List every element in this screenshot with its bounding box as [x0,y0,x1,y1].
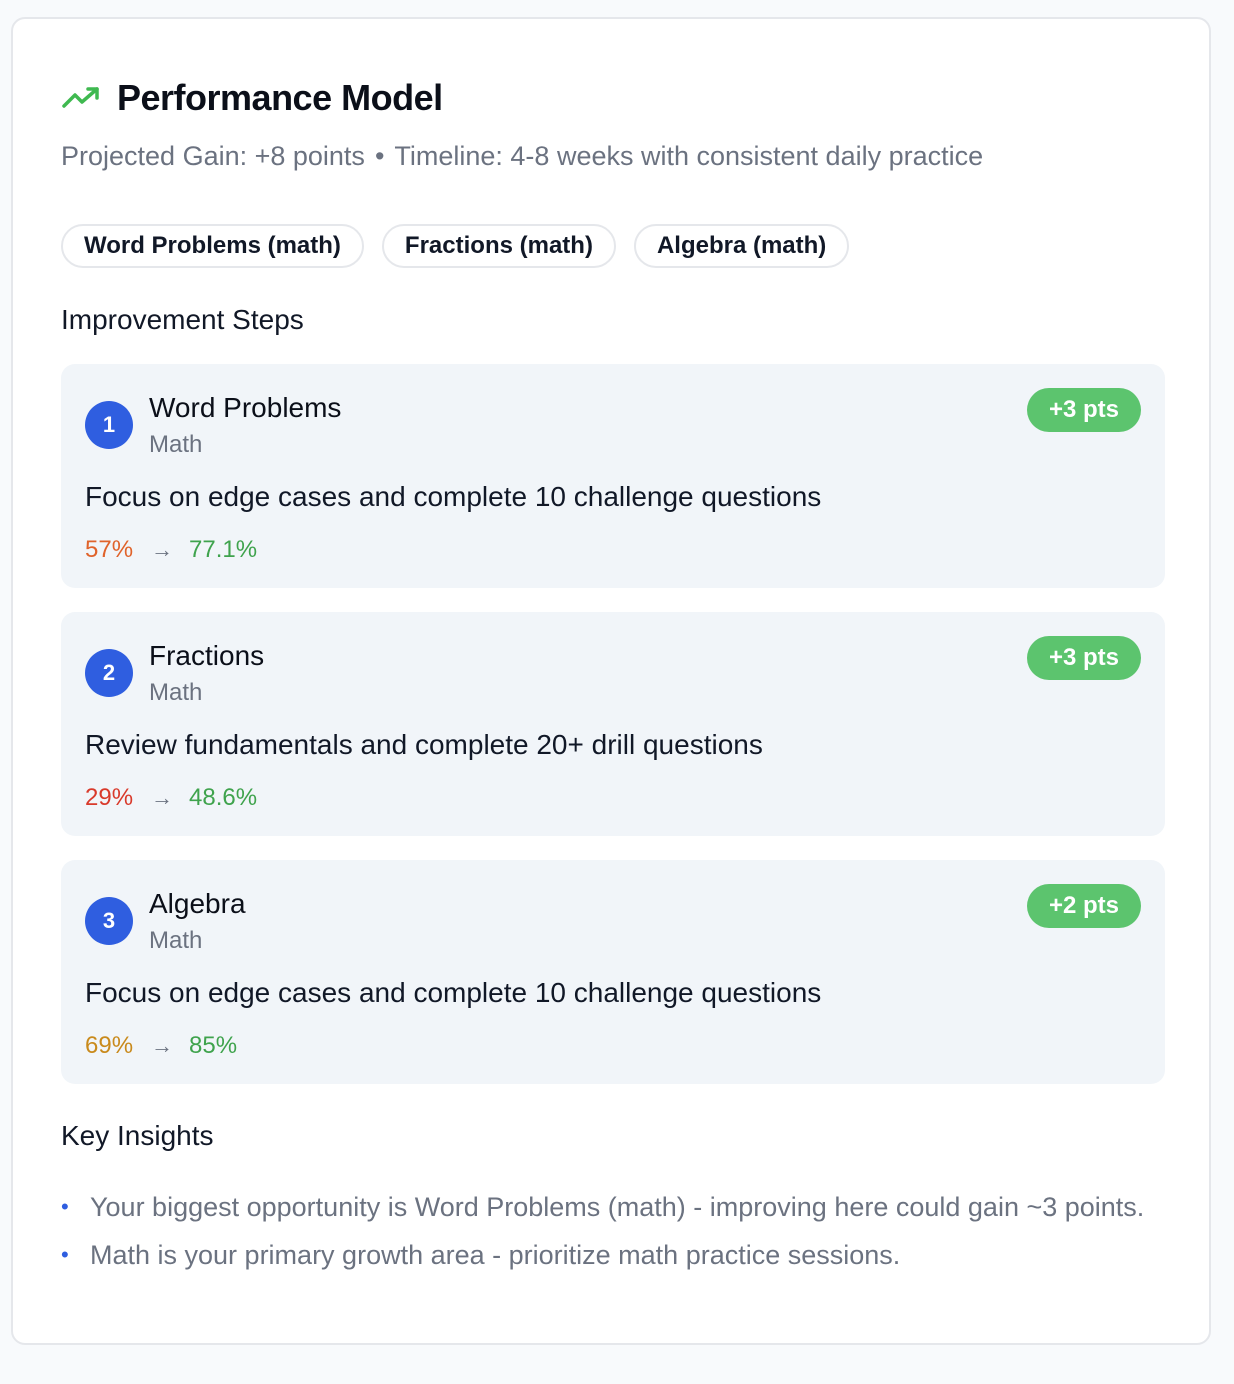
topic-chip: Word Problems (math) [61,224,364,268]
list-item: • Your biggest opportunity is Word Probl… [61,1187,1161,1227]
bullet-icon: • [61,1194,69,1219]
points-gain-badge: +2 pts [1026,884,1141,928]
current-score: 57% [85,536,134,563]
separator-dot: • [374,141,385,171]
score-progress: 29% → 48.6% [85,784,257,812]
card-header: Performance Model [61,77,443,119]
arrow-right-icon: → [151,537,174,562]
step-number-badge: 3 [85,897,133,945]
timeline: Timeline: 4-8 weeks with consistent dail… [394,141,984,171]
target-score: 48.6% [189,784,258,811]
step-subject: Math [149,927,203,954]
score-progress: 69% → 85% [85,1032,237,1060]
arrow-right-icon: → [151,785,174,810]
insights-list: • Your biggest opportunity is Word Probl… [61,1187,1161,1283]
step-topic-name: Fractions [149,640,265,671]
arrow-right-icon: → [151,1033,174,1058]
performance-model-card: Performance Model Projected Gain: +8 poi… [11,17,1211,1345]
step-description: Focus on edge cases and complete 10 chal… [85,977,822,1008]
key-insights-heading: Key Insights [61,1120,214,1151]
target-score: 77.1% [189,536,258,563]
step-topic-name: Word Problems [149,392,342,423]
target-score: 85% [189,1032,238,1059]
summary-line: Projected Gain: +8 points • Timeline: 4-8 … [61,141,983,172]
trending-up-icon [62,87,99,108]
topic-chip: Fractions (math) [381,224,616,268]
current-score: 69% [85,1032,134,1059]
step-subject: Math [149,431,203,458]
step-description: Focus on edge cases and complete 10 chal… [85,481,822,512]
step-number-badge: 2 [85,649,133,697]
topic-chips: Word Problems (math) Fractions (math) Al… [61,224,850,268]
insight-text: Math is your primary growth area - prior… [90,1240,901,1270]
score-progress: 57% → 77.1% [85,536,257,564]
topic-chip: Algebra (math) [633,224,850,268]
projected-gain: Projected Gain: +8 points [61,141,365,171]
step-topic-name: Algebra [149,888,246,919]
list-item: • Math is your primary growth area - pri… [61,1235,1161,1275]
improvement-step: 2 Fractions Math +3 pts Review fundament… [61,612,1165,836]
insight-text: Your biggest opportunity is Word Problem… [90,1192,1145,1222]
step-number-badge: 1 [85,401,133,449]
bullet-icon: • [61,1242,69,1267]
improvement-steps-heading: Improvement Steps [61,304,304,335]
points-gain-badge: +3 pts [1026,388,1141,432]
improvement-step: 3 Algebra Math +2 pts Focus on edge case… [61,860,1165,1084]
points-gain-badge: +3 pts [1026,636,1141,680]
step-subject: Math [149,679,203,706]
current-score: 29% [85,784,134,811]
improvement-step: 1 Word Problems Math +3 pts Focus on edg… [61,364,1165,588]
page-title: Performance Model [117,77,443,118]
step-description: Review fundamentals and complete 20+ dri… [85,729,763,760]
